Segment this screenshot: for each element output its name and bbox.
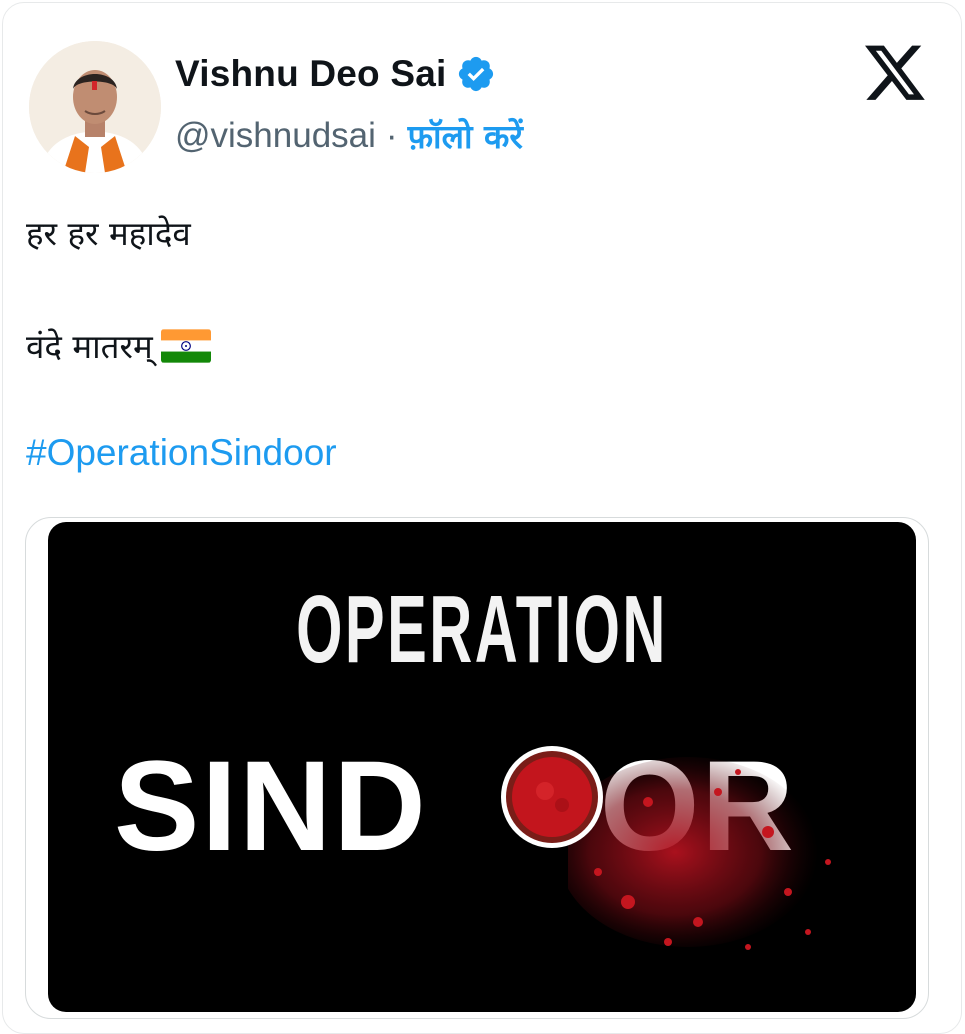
handle-row: @vishnudsai · फ़ॉलो करें (175, 113, 523, 158)
poster-title-line1: OPERATION (296, 576, 668, 683)
follow-button[interactable]: फ़ॉलो करें (408, 113, 523, 158)
tweet-line-2: वंदे मातरम् (26, 327, 153, 366)
sindoor-bowl (501, 746, 603, 848)
sindoor-powder-splash (568, 757, 831, 950)
poster-title-left: SIND (114, 735, 428, 878)
verified-badge-icon (459, 56, 494, 92)
india-flag-icon (160, 328, 211, 363)
avatar-image (29, 41, 161, 173)
author-name[interactable]: Vishnu Deo Sai (175, 53, 446, 95)
author-handle[interactable]: @vishnudsai (175, 116, 376, 156)
media-image[interactable]: OPERATION SIND OR (48, 522, 916, 1012)
avatar[interactable] (29, 41, 161, 173)
separator-dot: · (385, 115, 398, 155)
tweet-line-1: हर हर महादेव (26, 214, 191, 253)
author-name-row[interactable]: Vishnu Deo Sai (175, 53, 496, 95)
tweet-line-2-row: वंदे मातरम् (26, 323, 211, 368)
hashtag-link[interactable]: #OperationSindoor (26, 432, 337, 474)
x-logo-icon[interactable] (865, 45, 927, 103)
